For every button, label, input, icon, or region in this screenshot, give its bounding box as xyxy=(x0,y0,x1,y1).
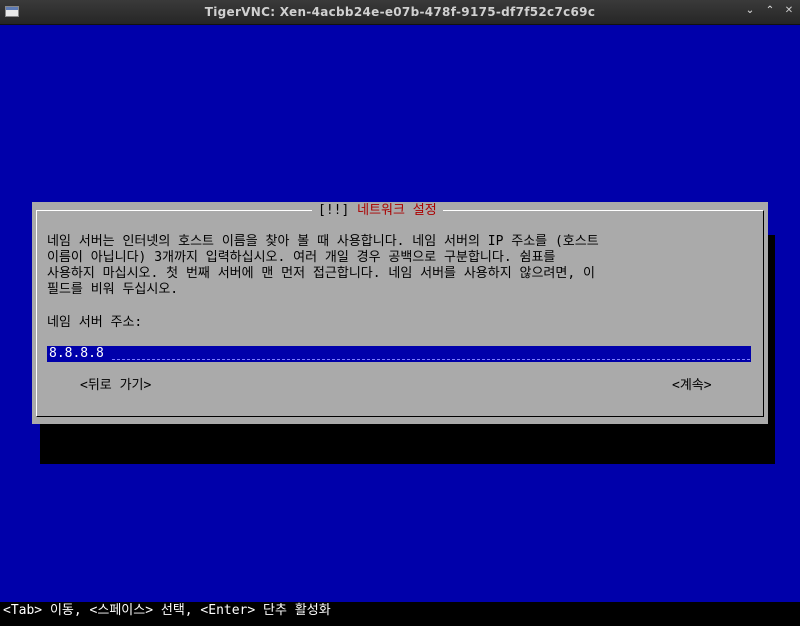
close-icon[interactable]: ✕ xyxy=(782,4,796,18)
description-line: 필드를 비워 두십시오. xyxy=(47,282,179,297)
description-line: 이름이 아닙니다) 3개까지 입력하십시오. 여러 개일 경우 공백으로 구분합… xyxy=(47,250,556,265)
keyboard-help-text: <Tab> 이동, <스페이스> 선택, <Enter> 단추 활성화 xyxy=(3,603,331,618)
dialog-description: 네임 서버는 인터넷의 호스트 이름을 찾아 볼 때 사용합니다. 네임 서버의… xyxy=(47,234,759,298)
dialog-title: [!!] 네트워크 설정 xyxy=(312,202,443,220)
window-titlebar: TigerVNC: Xen-4acbb24e-e07b-478f-9175-df… xyxy=(0,0,800,25)
input-underline xyxy=(112,359,750,360)
go-back-button[interactable]: <뒤로 가기> xyxy=(80,378,151,394)
maximize-icon[interactable]: ⌃ xyxy=(763,4,777,18)
description-line: 네임 서버는 인터넷의 호스트 이름을 찾아 볼 때 사용합니다. 네임 서버의… xyxy=(47,234,599,249)
dialog-title-text: 네트워크 설정 xyxy=(357,203,437,218)
minimize-icon[interactable]: ⌄ xyxy=(743,4,757,18)
dialog-title-left: [!!] xyxy=(318,203,350,218)
window-title: TigerVNC: Xen-4acbb24e-e07b-478f-9175-df… xyxy=(204,5,596,19)
continue-button[interactable]: <계속> xyxy=(672,378,712,394)
nameserver-field-label: 네임 서버 주소: xyxy=(47,315,143,330)
installer-screen: [!!] 네트워크 설정 네임 서버는 인터넷의 호스트 이름을 찾아 볼 때 … xyxy=(0,25,800,602)
description-line: 사용하지 마십시오. 첫 번째 서버에 맨 먼저 접근합니다. 네임 서버를 사… xyxy=(47,266,595,281)
status-bar: <Tab> 이동, <스페이스> 선택, <Enter> 단추 활성화 xyxy=(0,602,800,626)
